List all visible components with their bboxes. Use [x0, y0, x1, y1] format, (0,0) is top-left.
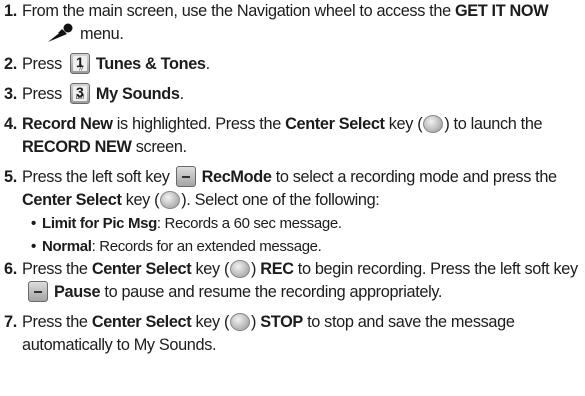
center-select-label: Center Select [22, 191, 122, 209]
list-item: • Limit for Pic Msg: Records a 60 sec mes… [31, 212, 585, 235]
step-1: 1. From the main screen, use the Navigat… [0, 0, 585, 46]
record-new-screen-label: RECORD NEW [22, 138, 132, 156]
pause-label: Pause [54, 283, 101, 301]
step-text: menu. [80, 25, 124, 43]
center-select-label: Center Select [285, 115, 385, 133]
my-sounds-label: My Sounds [95, 85, 180, 103]
step-text: Press [22, 85, 62, 103]
center-select-key-icon [160, 191, 181, 209]
step-number: 1. [4, 2, 17, 20]
keypad-key-1-icon: 1 ·)) [69, 53, 90, 74]
step-number: 2. [4, 55, 17, 73]
bullet-icon: • [31, 215, 36, 232]
tunes-tones-label: Tunes & Tones [95, 55, 206, 73]
center-select-key-icon [230, 313, 251, 331]
list-item: • Normal: Records for an extended message… [31, 235, 585, 258]
step-number: 3. [4, 85, 17, 103]
step-number: 5. [4, 168, 17, 186]
center-select-key-icon [423, 115, 444, 133]
step-number: 7. [4, 313, 17, 331]
step-4: 4. Record New is highlighted. Press the … [4, 115, 543, 156]
recording-mode-options: • Limit for Pic Msg: Records a 60 sec mes… [0, 212, 585, 258]
step-2: 2. Press 1 ·)) Tunes & Tones. [0, 53, 585, 76]
left-soft-key-icon [175, 166, 196, 187]
center-select-label: Center Select [91, 260, 192, 278]
step-number: 4. [4, 115, 17, 133]
get-it-now-label: GET IT NOW [454, 2, 549, 20]
center-select-label: Center Select [91, 313, 192, 331]
instruction-list: 1. From the main screen, use the Navigat… [0, 0, 585, 396]
record-new-label: Record New [22, 115, 113, 133]
keypad-key-3-icon: 3 def [69, 83, 90, 104]
center-select-key-icon [230, 260, 251, 278]
rec-label: REC [260, 260, 294, 278]
step-3: 3. Press 3 def My Sounds. [0, 83, 585, 106]
bullet-icon: • [31, 238, 36, 255]
step-text: From the main screen, use the Navigation… [22, 2, 455, 20]
option-label: Limit for Pic Msg [42, 215, 157, 232]
step-6: 6. Press the Center Select key () REC to… [4, 260, 578, 302]
step-5: 5. Press the left soft key RecMode to sel… [4, 166, 557, 209]
stop-label: STOP [260, 313, 303, 331]
get-it-now-icon [48, 23, 73, 42]
step-text: Press [22, 55, 62, 73]
step-number: 6. [4, 260, 17, 278]
recmode-label: RecMode [201, 168, 272, 186]
left-soft-key-icon [28, 281, 48, 302]
step-7: 7. Press the Center Select key () STOP t… [4, 313, 515, 354]
option-label: Normal [42, 238, 92, 255]
